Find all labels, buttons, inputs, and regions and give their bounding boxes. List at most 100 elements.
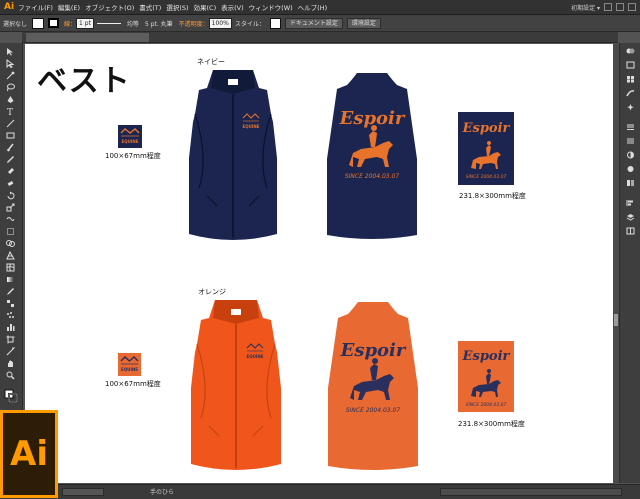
appearance-panel-icon[interactable]: [626, 165, 635, 173]
preferences-button[interactable]: 環境設定: [346, 17, 381, 29]
menu-window[interactable]: ウィンドウ(W): [249, 2, 293, 12]
app-logo: Ai: [4, 2, 15, 12]
orange-large-print-sample: Espoir SINCE 2004.03.07: [458, 341, 514, 412]
symbol-sprayer-tool-icon[interactable]: [6, 311, 15, 320]
direct-selection-tool-icon[interactable]: [6, 59, 15, 68]
navy-large-brand: Espoir: [462, 121, 511, 136]
rectangle-tool-icon[interactable]: [6, 131, 15, 140]
blend-tool-icon[interactable]: [6, 299, 15, 308]
scale-tool-icon[interactable]: [6, 203, 15, 212]
fill-swatch[interactable]: [32, 17, 45, 29]
rotate-tool-icon[interactable]: [6, 191, 15, 200]
free-transform-tool-icon[interactable]: [6, 227, 15, 236]
menu-type[interactable]: 書式(T): [139, 2, 161, 12]
navy-small-size: 100×67mm程度: [105, 152, 161, 160]
selection-tool-icon[interactable]: [6, 47, 15, 56]
eraser-tool-icon[interactable]: [6, 179, 15, 188]
warp-tool-icon[interactable]: [6, 215, 15, 224]
color-guide-panel-icon[interactable]: [626, 61, 635, 69]
status-bar: 手のひら: [0, 484, 640, 499]
pencil-tool-icon[interactable]: [6, 155, 15, 164]
transparency-panel-icon[interactable]: [626, 151, 635, 159]
orange-large-since: SINCE 2004.03.07: [466, 402, 507, 408]
orange-back-since: SINCE 2004.03.07: [346, 407, 400, 414]
orange-front-logo-text: EQUINE: [247, 354, 264, 359]
artboard[interactable]: ベスト ネイビー EQUINE 100×67mm程度 EQUINE Espoir…: [25, 44, 613, 483]
graphic-styles-panel-icon[interactable]: [626, 179, 635, 187]
stroke-swatch[interactable]: [48, 18, 60, 28]
shape-builder-tool-icon[interactable]: [6, 239, 15, 248]
layers-panel-icon[interactable]: [626, 213, 635, 221]
pen-tool-icon[interactable]: [6, 95, 15, 104]
mesh-tool-icon[interactable]: [6, 263, 15, 272]
document-tab[interactable]: [26, 33, 149, 42]
navy-large-print-sample: Espoir SINCE 2004.03.07: [458, 112, 514, 185]
opacity-field[interactable]: 100%: [208, 17, 232, 29]
opacity-label[interactable]: 不透明度：: [179, 19, 209, 28]
navy-front-logo-text: EQUINE: [243, 124, 260, 129]
paintbrush-tool-icon[interactable]: [6, 143, 15, 152]
menu-object[interactable]: オブジェクト(O): [85, 2, 134, 12]
magic-wand-tool-icon[interactable]: [6, 71, 15, 80]
horizontal-scrollbar[interactable]: [440, 488, 622, 496]
navy-small-logo-sample: EQUINE: [118, 125, 142, 148]
artboards-panel-icon[interactable]: [626, 227, 635, 235]
selection-status: 選択なし: [3, 20, 28, 28]
minimize-icon[interactable]: [604, 3, 612, 11]
navy-large-size: 231.8×300mm程度: [459, 192, 526, 200]
orange-label: オレンジ: [198, 288, 226, 296]
menu-bar: Ai ファイル(F) 編集(E) オブジェクト(O) 書式(T) 選択(S) 効…: [0, 0, 640, 15]
stroke-panel-icon[interactable]: [626, 123, 635, 131]
menu-help[interactable]: ヘルプ(H): [298, 2, 327, 12]
style-label: スタイル：: [234, 20, 265, 28]
slice-tool-icon[interactable]: [6, 347, 15, 356]
line-tool-icon[interactable]: [6, 119, 15, 128]
status-tool-name: 手のひら: [150, 489, 175, 496]
column-graph-tool-icon[interactable]: [6, 323, 15, 332]
color-panel-icon[interactable]: [626, 47, 635, 55]
swatches-panel-icon[interactable]: [626, 75, 635, 83]
eyedropper-tool-icon[interactable]: [6, 287, 15, 296]
gradient-tool-icon[interactable]: [6, 275, 15, 284]
maximize-icon[interactable]: [616, 3, 624, 11]
orange-vest-back: Espoir SINCE 2004.03.07: [328, 302, 418, 470]
menu-effect[interactable]: 効果(C): [194, 2, 217, 12]
vertical-scrollbar[interactable]: [613, 44, 619, 483]
workspace-switcher[interactable]: 初期設定 ▾: [571, 3, 600, 12]
style-swatch[interactable]: [269, 17, 281, 29]
stroke-weight-field[interactable]: 1 pt: [76, 17, 94, 29]
menu-select[interactable]: 選択(S): [166, 2, 188, 12]
orange-large-size: 231.8×300mm程度: [458, 420, 525, 428]
navy-large-since: SINCE 2004.03.07: [466, 174, 507, 180]
navy-label: ネイビー: [197, 58, 225, 66]
document-settings-button[interactable]: ドキュメント設定: [284, 17, 343, 29]
menu-edit[interactable]: 編集(E): [58, 2, 80, 12]
artboard-tool-icon[interactable]: [6, 335, 15, 344]
menu-file[interactable]: ファイル(F): [18, 2, 53, 12]
navy-vest-back: Espoir SINCE 2004.03.07: [327, 73, 417, 239]
hand-tool-icon[interactable]: [6, 359, 15, 368]
symbols-panel-icon[interactable]: [626, 103, 635, 111]
lasso-tool-icon[interactable]: [6, 83, 15, 92]
gradient-panel-icon[interactable]: [626, 137, 635, 145]
close-icon[interactable]: [628, 3, 636, 11]
orange-small-size: 100×67mm程度: [105, 380, 161, 388]
perspective-grid-tool-icon[interactable]: [6, 251, 15, 260]
blob-brush-tool-icon[interactable]: [6, 167, 15, 176]
orange-back-brand: Espoir: [340, 340, 407, 361]
profile-select[interactable]: 均等: [127, 19, 139, 28]
fill-stroke-swatches-icon[interactable]: [4, 389, 18, 403]
brush-select[interactable]: 5 pt. 丸筆: [145, 19, 173, 28]
orange-large-brand: Espoir: [462, 349, 511, 364]
type-tool-icon[interactable]: T: [6, 107, 15, 116]
zoom-field[interactable]: [62, 488, 104, 496]
stroke-label[interactable]: 線：: [64, 19, 76, 28]
panel-dock: [619, 43, 640, 483]
brushes-panel-icon[interactable]: [626, 89, 635, 97]
navy-vest-front: EQUINE: [189, 70, 277, 240]
orange-vest-front: EQUINE: [191, 300, 281, 470]
scrollbar-thumb[interactable]: [614, 314, 618, 326]
align-panel-icon[interactable]: [626, 199, 635, 207]
menu-view[interactable]: 表示(V): [221, 2, 244, 12]
zoom-tool-icon[interactable]: [6, 371, 15, 380]
